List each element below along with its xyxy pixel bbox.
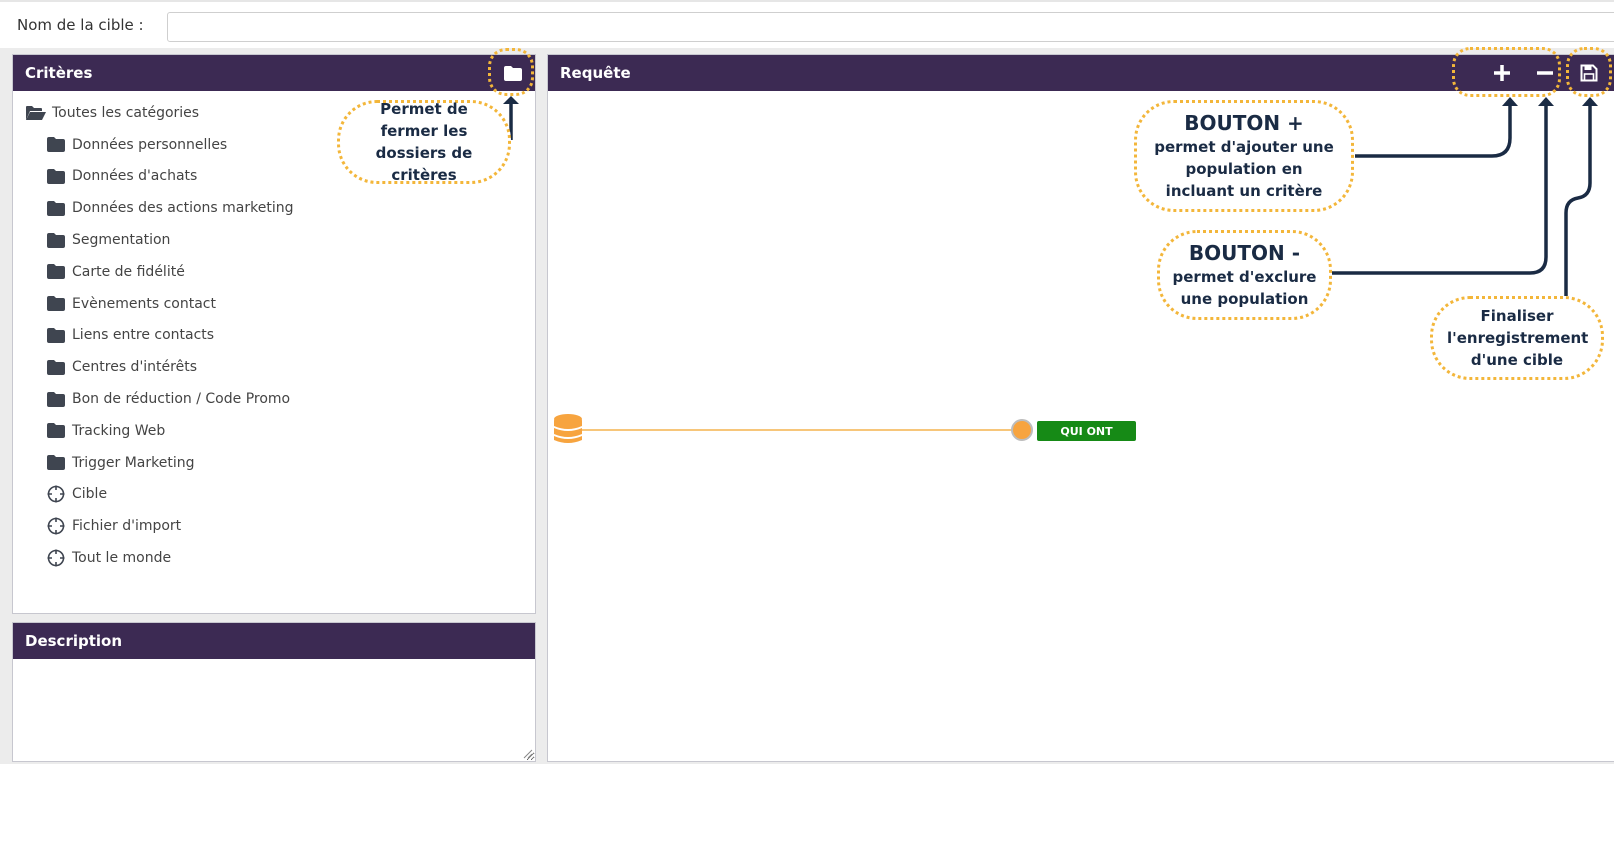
tree-item[interactable]: Tracking Web	[13, 415, 535, 447]
tree-item-label: Evènements contact	[72, 295, 216, 312]
flow-connector	[582, 429, 1014, 431]
tree-item-label: Données personnelles	[72, 136, 228, 153]
callout-minus: BOUTON - permet d'exclure une population	[1157, 230, 1332, 320]
folder-icon	[45, 232, 67, 248]
description-title: Description	[25, 632, 123, 650]
tree-item[interactable]: Liens entre contacts	[13, 320, 535, 352]
criteria-header: Critères	[13, 55, 535, 91]
tree-item[interactable]: Trigger Marketing	[13, 447, 535, 479]
tree-item-label: Données des actions marketing	[72, 200, 294, 217]
tree-item-label: Liens entre contacts	[72, 327, 215, 344]
folder-icon	[45, 327, 67, 343]
plus-minus-highlight	[1452, 47, 1561, 97]
target-name-input[interactable]	[167, 12, 1614, 42]
folder-icon	[45, 391, 67, 407]
criteria-title: Critères	[25, 64, 93, 82]
tree-item[interactable]: Segmentation	[13, 224, 535, 256]
description-textarea[interactable]	[13, 659, 535, 761]
tree-item-label: Tracking Web	[72, 422, 166, 439]
tree-item[interactable]: Carte de fidélité	[13, 256, 535, 288]
folder-icon	[45, 296, 67, 312]
folder-icon	[45, 264, 67, 280]
crosshair-icon	[45, 485, 67, 503]
folder-icon	[45, 423, 67, 439]
crosshair-icon	[45, 549, 67, 567]
tree-item[interactable]: Bon de réduction / Code Promo	[13, 383, 535, 415]
folder-icon	[45, 200, 67, 216]
database-icon[interactable]	[552, 413, 584, 445]
folder-icon	[45, 168, 67, 184]
tree-item-label: Fichier d'import	[72, 518, 182, 535]
requete-title: Requête	[560, 64, 631, 82]
tree-item[interactable]: Centres d'intérêts	[13, 351, 535, 383]
tree-item-label: Segmentation	[72, 232, 171, 249]
folder-icon	[45, 455, 67, 471]
tree-item-label: Bon de réduction / Code Promo	[72, 391, 291, 408]
folder-icon	[45, 359, 67, 375]
folder-button-highlight	[488, 48, 534, 96]
callout-save: Finaliser l'enregistrement d'une cible	[1430, 296, 1604, 380]
tree-item-label: Données d'achats	[72, 168, 198, 185]
resize-grip-icon[interactable]	[521, 747, 533, 759]
crosshair-icon	[45, 517, 67, 535]
tree-item-label: Toutes les catégories	[52, 104, 200, 121]
tree-item-label: Tout le monde	[72, 550, 172, 567]
save-highlight	[1566, 47, 1612, 97]
callout-folder: Permet de fermer les dossiers de critère…	[337, 100, 511, 184]
tree-item-label: Trigger Marketing	[72, 454, 195, 471]
target-name-label: Nom de la cible :	[17, 16, 144, 34]
tree-item[interactable]: Données des actions marketing	[13, 192, 535, 224]
qui-ont-badge[interactable]: QUI ONT	[1037, 421, 1136, 441]
tree-item[interactable]: Tout le monde	[13, 542, 535, 574]
folder-open-icon	[25, 105, 47, 121]
description-header: Description	[13, 623, 535, 659]
tree-item[interactable]: Fichier d'import	[13, 510, 535, 542]
flow-node[interactable]	[1011, 419, 1033, 441]
callout-plus: BOUTON + permet d'ajouter une population…	[1134, 100, 1354, 212]
tree-item-label: Centres d'intérêts	[72, 359, 198, 376]
tree-item[interactable]: Evènements contact	[13, 288, 535, 320]
folder-icon	[45, 137, 67, 153]
tree-item[interactable]: Cible	[13, 479, 535, 511]
target-name-bar: Nom de la cible :	[0, 0, 1614, 48]
tree-item-label: Carte de fidélité	[72, 263, 185, 280]
tree-item-label: Cible	[72, 486, 108, 503]
description-panel: Description	[12, 622, 536, 762]
requete-panel: Requête	[547, 54, 1614, 762]
